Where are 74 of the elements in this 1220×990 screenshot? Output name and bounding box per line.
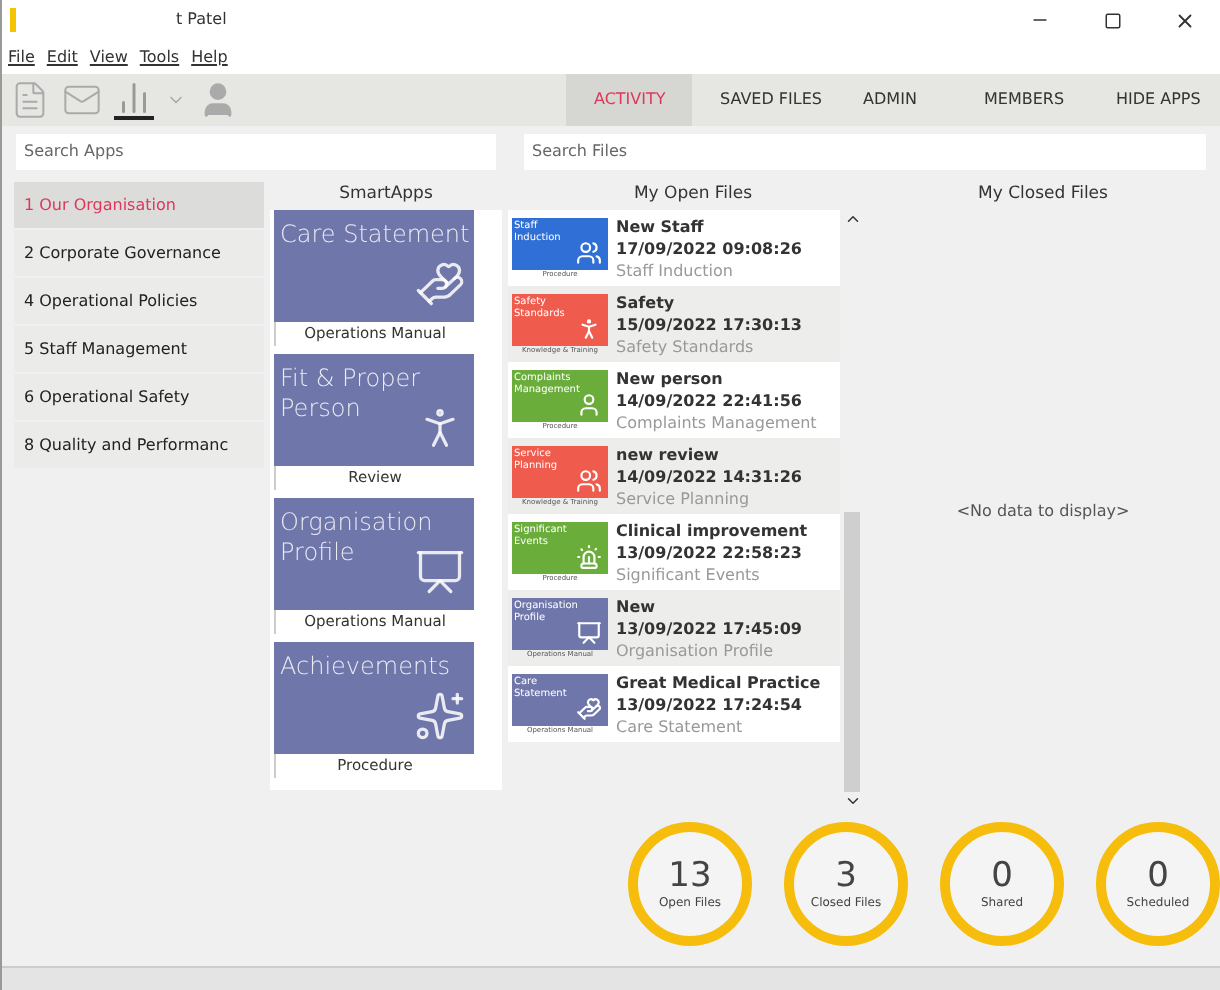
scrollbar[interactable] bbox=[840, 210, 864, 810]
app-tile[interactable]: Achievements bbox=[274, 642, 474, 754]
file-name: new review bbox=[616, 443, 721, 465]
close-icon[interactable] bbox=[1173, 9, 1195, 31]
column-title: SmartApps bbox=[339, 182, 433, 208]
file-name: Clinical improvement bbox=[616, 519, 808, 541]
stat-value: 13 bbox=[668, 857, 712, 893]
app-tile-icon bbox=[414, 546, 466, 598]
file-app: Service Planning bbox=[616, 487, 752, 509]
file-name: New bbox=[616, 595, 658, 617]
file-date: 14/09/2022 22:41:56 bbox=[616, 389, 804, 411]
empty-message: <No data to display> bbox=[956, 500, 1130, 524]
file-tile-icon bbox=[576, 543, 602, 569]
file-date: 13/09/2022 22:58:23 bbox=[616, 541, 804, 563]
maximize-icon[interactable] bbox=[1103, 11, 1121, 29]
file-app: Organisation Profile bbox=[616, 639, 776, 661]
nav-tab[interactable]: HIDE APPS bbox=[1088, 74, 1220, 126]
file-app: Significant Events bbox=[616, 563, 762, 585]
app-tile-title: Achievements bbox=[280, 652, 453, 682]
file-date: 17/09/2022 09:08:26 bbox=[616, 237, 802, 259]
menu-item[interactable]: File bbox=[8, 45, 35, 69]
app-tile[interactable]: Care Statement bbox=[274, 210, 474, 322]
menu-item[interactable]: Tools bbox=[139, 45, 180, 69]
file-date: 13/09/2022 17:24:54 bbox=[616, 693, 804, 715]
file-tile-icon bbox=[576, 239, 602, 265]
file-app: Staff Induction bbox=[616, 259, 735, 281]
app-tile-icon bbox=[414, 690, 466, 742]
file-date: 13/09/2022 17:45:09 bbox=[616, 617, 802, 639]
file-name: New person bbox=[616, 367, 725, 389]
menu-item[interactable]: Help bbox=[191, 45, 228, 69]
app-tile-icon bbox=[414, 258, 466, 310]
app-tile-title: Care Statement bbox=[280, 220, 470, 250]
file-name: Great Medical Practice bbox=[616, 671, 821, 693]
nav-tab[interactable]: MEMBERS bbox=[956, 74, 1088, 126]
column-title: My Open Files bbox=[631, 182, 755, 208]
bar-chart-icon[interactable] bbox=[114, 80, 154, 120]
stat-value: 3 bbox=[835, 857, 857, 893]
app-tile-title: Fit & Proper Person bbox=[280, 364, 423, 424]
file-app: Safety Standards bbox=[616, 335, 756, 357]
app-tile-title: Organisation Profile bbox=[280, 508, 435, 568]
stat-value: 0 bbox=[1147, 857, 1169, 893]
file-date: 15/09/2022 17:30:13 bbox=[616, 313, 802, 335]
scrollbar-thumb[interactable] bbox=[844, 512, 860, 792]
file-app: Complaints Management bbox=[616, 411, 817, 433]
file-app: Care Statement bbox=[616, 715, 745, 737]
scroll-up-icon[interactable] bbox=[843, 210, 861, 228]
sidebar-item[interactable]: 6 Operational Safety bbox=[14, 374, 264, 420]
file-tile-icon bbox=[576, 391, 602, 417]
file-date: 14/09/2022 14:31:26 bbox=[616, 465, 802, 487]
sidebar-item[interactable]: 2 Corporate Governance bbox=[14, 230, 264, 276]
window-title: t Patel bbox=[176, 8, 227, 32]
menu-item[interactable]: View bbox=[89, 45, 128, 69]
search-files-field[interactable]: Search Files bbox=[524, 134, 1206, 170]
file-name: New Staff bbox=[616, 215, 706, 237]
file-tile-icon bbox=[576, 467, 602, 493]
file-tile-icon bbox=[576, 695, 602, 721]
sidebar-item[interactable]: 5 Staff Management bbox=[14, 326, 264, 372]
nav-tab[interactable]: ADMIN bbox=[824, 74, 956, 126]
stat-value: 0 bbox=[991, 857, 1013, 893]
app-logo-icon bbox=[10, 8, 16, 32]
menu-item[interactable]: Edit bbox=[46, 45, 78, 69]
file-name: Safety bbox=[616, 291, 677, 313]
app-tile[interactable]: Organisation Profile bbox=[274, 498, 474, 610]
scroll-down-icon[interactable] bbox=[843, 792, 861, 810]
search-apps-field[interactable]: Search Apps bbox=[16, 134, 496, 170]
sidebar-item[interactable]: 8 Quality and Performanc bbox=[14, 422, 264, 468]
file-tile-icon bbox=[576, 619, 602, 645]
nav-tab[interactable]: SAVED FILES bbox=[692, 74, 824, 126]
document-icon[interactable] bbox=[10, 80, 50, 120]
app-tile[interactable]: Fit & Proper Person bbox=[274, 354, 474, 466]
column-title: My Closed Files bbox=[978, 182, 1108, 208]
sidebar-item[interactable]: 4 Operational Policies bbox=[14, 278, 264, 324]
file-tile-icon bbox=[576, 315, 602, 341]
mail-icon[interactable] bbox=[62, 80, 102, 120]
